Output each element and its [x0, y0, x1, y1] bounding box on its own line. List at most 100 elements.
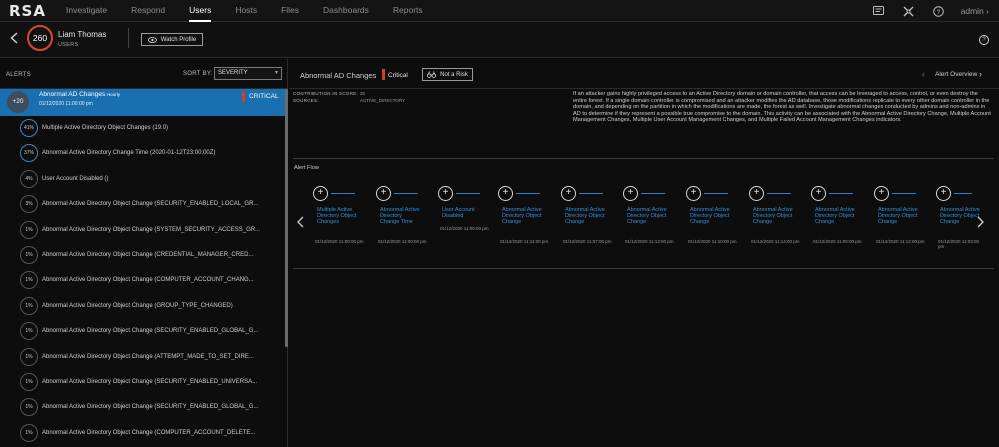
indicator-item[interactable]: 1% Abnormal Active Directory Object Chan… — [0, 218, 285, 243]
indicator-label: Abnormal Active Directory Change Time (2… — [42, 150, 216, 157]
admin-menu[interactable]: admin › — [961, 6, 989, 16]
not-a-risk-button[interactable]: Not a Risk — [422, 68, 473, 81]
sort-select-value: SEVERITY — [218, 70, 248, 76]
nav-hosts[interactable]: Hosts — [235, 0, 257, 22]
flow-node-name[interactable]: Abnormal Active Directory Object Change — [815, 207, 855, 225]
notes-icon[interactable] — [873, 5, 885, 17]
binoculars-icon — [427, 71, 437, 78]
plus-icon[interactable]: + — [811, 186, 826, 201]
indicator-percent: 1% — [20, 347, 38, 366]
flow-node-name[interactable]: Abnormal Active Directory Object Change — [502, 207, 542, 225]
sort-select[interactable]: SEVERITY ▾ — [214, 67, 282, 80]
critical-severity-marker — [242, 92, 245, 102]
flow-node-time: 01/12/2020 11:10:00 pm — [688, 239, 737, 244]
flow-node-name[interactable]: Abnormal Active Directory Object Change — [753, 207, 793, 225]
flow-prev-icon[interactable] — [297, 216, 304, 231]
flow-node-name[interactable]: Multiple Active Directory Object Changes — [317, 207, 357, 225]
question-icon[interactable]: ? — [979, 35, 989, 45]
plus-icon[interactable]: + — [936, 186, 951, 201]
indicator-header: Abnormal AD Changes Critical Not a Risk … — [289, 59, 999, 89]
indicator-item[interactable]: 37% Abnormal Active Directory Change Tim… — [0, 141, 285, 166]
flow-node-time: 01/12/2020 11:00:00 pm — [813, 239, 862, 244]
flow-node-time: 01/12/2020 11:03:00 pm — [938, 239, 979, 249]
plus-icon[interactable]: + — [376, 186, 391, 201]
indicator-item[interactable]: 1% Abnormal Active Directory Object Chan… — [0, 345, 285, 370]
flow-node-name[interactable]: Abnormal Active Directory Change Time — [380, 207, 420, 225]
indicator-label: Abnormal Active Directory Object Change … — [42, 302, 233, 309]
plus-icon[interactable]: + — [749, 186, 764, 201]
flow-connector — [954, 193, 972, 194]
alert-overview-next-icon[interactable]: › — [979, 69, 982, 79]
flow-node-name[interactable]: Abnormal Active Directory Object Change — [878, 207, 918, 225]
chevron-right-icon: › — [986, 6, 989, 16]
plus-icon[interactable]: + — [623, 186, 638, 201]
nav-respond[interactable]: Respond — [131, 0, 165, 22]
nav-users[interactable]: Users — [189, 0, 212, 22]
plus-icon[interactable]: + — [874, 186, 889, 201]
indicator-label: User Account Disabled () — [42, 175, 109, 182]
flow-connector — [767, 193, 791, 194]
alert-overview-prev-icon[interactable]: ‹ — [922, 69, 925, 79]
indicator-label: Multiple Active Directory Object Changes… — [42, 125, 169, 131]
alerts-scrollbar[interactable] — [285, 89, 288, 347]
alert-score-badge: +20 — [7, 91, 29, 113]
flow-connector — [456, 193, 480, 194]
sources-value: ACTIVE_DIRECTORY — [360, 98, 406, 103]
flow-node-time: 01/12/2020 11:05:00 pm — [440, 226, 489, 231]
indicator-item[interactable]: 41% Multiple Active Directory Object Cha… — [0, 116, 285, 141]
indicator-item[interactable]: 3% Abnormal Active Directory Object Chan… — [0, 192, 285, 217]
eye-icon — [147, 36, 157, 43]
nav-dashboards[interactable]: Dashboards — [323, 0, 369, 22]
svg-text:?: ? — [937, 8, 941, 15]
indicator-percent: 1% — [20, 245, 38, 264]
alert-item-selected[interactable]: +20 Abnormal AD Changes Hourly 01/12/202… — [0, 89, 285, 116]
back-arrow-icon[interactable] — [10, 31, 18, 47]
indicator-item[interactable]: 1% Abnormal Active Directory Object Chan… — [0, 370, 285, 395]
flow-node-time: 01/12/2020 11:13:00 pm — [625, 239, 674, 244]
indicator-item[interactable]: 4% User Account Disabled () — [0, 167, 285, 192]
plus-icon[interactable]: + — [313, 186, 328, 201]
flow-connector — [394, 193, 418, 194]
indicator-percent: 1% — [20, 423, 38, 442]
flow-node-name[interactable]: Abnormal Active Directory Object Change — [690, 207, 730, 225]
admin-label: admin — [960, 6, 984, 16]
help-icon[interactable]: ? — [933, 5, 945, 17]
not-a-risk-label: Not a Risk — [440, 71, 468, 78]
alert-title: Abnormal AD Changes Hourly — [39, 91, 120, 98]
indicator-percent: 4% — [20, 169, 38, 188]
flow-node-name[interactable]: Abnormal Active Directory Object Change — [940, 207, 980, 225]
indicator-item[interactable]: 1% Abnormal Active Directory Object Chan… — [0, 319, 285, 344]
flow-connector — [829, 193, 853, 194]
indicator-item[interactable]: 1% Abnormal Active Directory Object Chan… — [0, 243, 285, 268]
tools-icon[interactable] — [903, 5, 915, 17]
plus-icon[interactable]: + — [561, 186, 576, 201]
nav-files[interactable]: Files — [281, 0, 299, 22]
flow-node-name[interactable]: Abnormal Active Directory Object Change — [627, 207, 667, 225]
watch-profile-button[interactable]: Watch Profile — [141, 33, 203, 46]
flow-node-name[interactable]: User Account Disabled — [442, 207, 482, 219]
indicator-label: Abnormal Active Directory Object Change … — [42, 328, 259, 335]
plus-icon[interactable]: + — [498, 186, 513, 201]
indicator-item[interactable]: 1% Abnormal Active Directory Object Chan… — [0, 421, 285, 446]
flow-node-time: 01/12/2020 11:11:00 pm — [500, 239, 549, 244]
flow-node-name[interactable]: Abnormal Active Directory Object Change — [565, 207, 605, 225]
nav-investigate[interactable]: Investigate — [66, 0, 107, 22]
rsa-logo[interactable]: RSA — [9, 2, 46, 20]
indicator-percent: 1% — [20, 220, 38, 239]
indicator-percent: 1% — [20, 398, 38, 417]
nav-reports[interactable]: Reports — [393, 0, 423, 22]
alert-overview-label[interactable]: Alert Overview — [935, 71, 977, 78]
contribution-value: 20 — [360, 91, 366, 96]
plus-icon[interactable]: + — [686, 186, 701, 201]
indicator-severity: Critical — [388, 72, 408, 79]
indicator-label: Abnormal Active Directory Object Change … — [42, 277, 254, 284]
indicator-item[interactable]: 1% Abnormal Active Directory Object Chan… — [0, 395, 285, 420]
indicator-item[interactable]: 1% Abnormal Active Directory Object Chan… — [0, 268, 285, 293]
contribution-label: CONTRIBUTION IN SCORE: — [293, 91, 359, 96]
indicator-item[interactable]: 1% Abnormal Active Directory Object Chan… — [0, 294, 285, 319]
indicator-percent: 1% — [20, 322, 38, 341]
alerts-header: ALERTS SORT BY: SEVERITY ▾ — [0, 59, 288, 89]
indicator-percent: 1% — [20, 372, 38, 391]
flow-next-icon[interactable] — [977, 216, 984, 231]
plus-icon[interactable]: + — [438, 186, 453, 201]
